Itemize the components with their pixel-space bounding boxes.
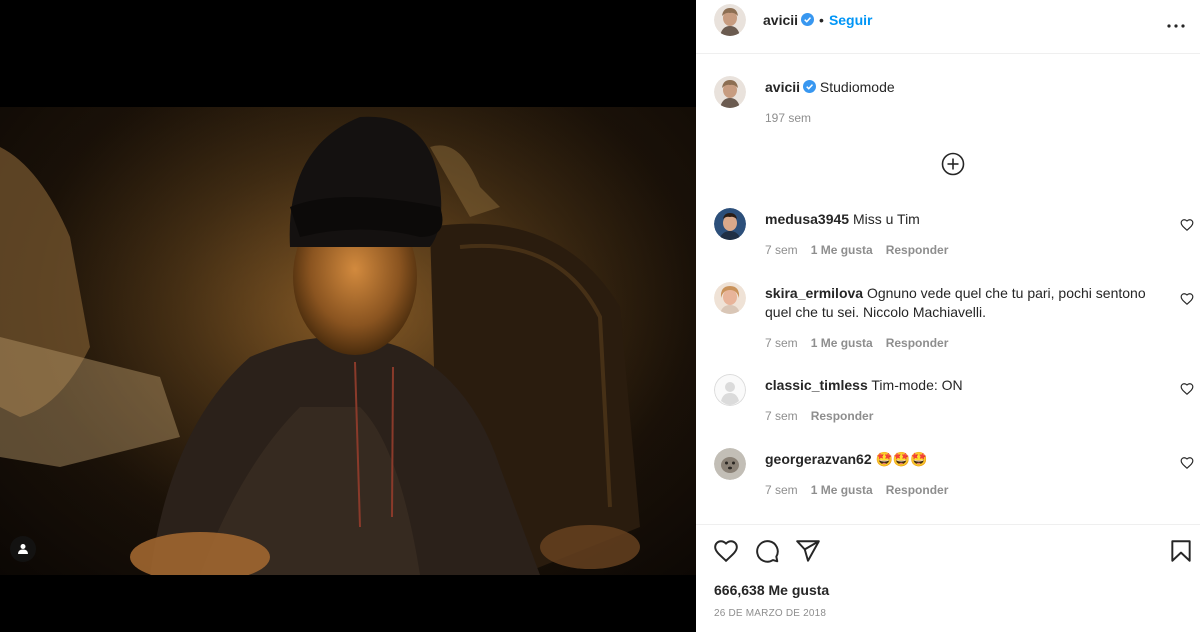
comment-body: skira_ermilova Ognuno vede quel che tu p… (765, 284, 1165, 322)
comment-time[interactable]: 7 sem (765, 483, 798, 497)
caption-text: Studiomode (819, 79, 895, 95)
load-more-comments-icon (941, 152, 965, 176)
comment-meta: 7 sem 1 Me gusta Responder (765, 336, 961, 350)
post-date[interactable]: 26 DE MARZO DE 2018 (714, 608, 826, 619)
comment-avatar[interactable] (714, 282, 746, 314)
comment-username[interactable]: skira_ermilova (765, 285, 863, 301)
comment-time[interactable]: 7 sem (765, 409, 798, 423)
comment-avatar[interactable] (714, 208, 746, 240)
separator-dot: • (819, 12, 824, 28)
comment-time[interactable]: 7 sem (765, 336, 798, 350)
post-header: avicii • Seguir (696, 0, 1200, 54)
post-photo[interactable] (0, 107, 696, 575)
like-heart-icon[interactable] (713, 538, 739, 564)
user-tag-button[interactable] (10, 536, 36, 562)
reply-button[interactable]: Responder (886, 243, 949, 257)
author-username[interactable]: avicii (763, 12, 798, 28)
reply-button[interactable]: Responder (811, 409, 874, 423)
comments-section: avicii Studiomode 197 sem medusa3945 Mis… (696, 55, 1200, 525)
heart-icon[interactable] (1180, 382, 1194, 396)
caption-time[interactable]: 197 sem (765, 111, 811, 125)
comment-username[interactable]: georgerazvan62 (765, 451, 872, 467)
comment-meta: 7 sem 1 Me gusta Responder (765, 243, 961, 257)
comment-body: georgerazvan62 🤩🤩🤩 (765, 450, 1165, 470)
user-tag-icon (18, 544, 28, 554)
post-photo-illustration (0, 107, 696, 575)
caption-username[interactable]: avicii (765, 79, 800, 95)
comment-body: medusa3945 Miss u Tim (765, 210, 1165, 229)
caption-avatar[interactable] (714, 76, 746, 108)
reply-button[interactable]: Responder (886, 483, 949, 497)
comment-icon[interactable] (754, 538, 780, 564)
comment-avatar[interactable] (714, 448, 746, 480)
load-more-comments-button[interactable] (941, 152, 965, 176)
share-icon[interactable] (795, 538, 821, 564)
comment-likes[interactable]: 1 Me gusta (811, 243, 873, 257)
heart-icon[interactable] (1180, 292, 1194, 306)
more-options-button[interactable] (1164, 14, 1188, 38)
caption-body: avicii Studiomode (765, 78, 1165, 97)
reply-button[interactable]: Responder (886, 336, 949, 350)
bookmark-icon[interactable] (1168, 538, 1194, 564)
post-side-panel: avicii • Seguir avicii Studiomode 197 sem (696, 0, 1200, 632)
action-bar (696, 538, 1200, 566)
comment-text: 🤩🤩🤩 (875, 452, 928, 468)
comment-username[interactable]: classic_timless (765, 377, 868, 393)
media-pane (0, 0, 696, 632)
comment-avatar[interactable] (714, 374, 746, 406)
comment-meta: 7 sem 1 Me gusta Responder (765, 483, 961, 497)
comment-likes[interactable]: 1 Me gusta (811, 336, 873, 350)
verified-badge-icon (801, 13, 815, 26)
comment-username[interactable]: medusa3945 (765, 211, 849, 227)
author-avatar[interactable] (714, 4, 746, 36)
more-options-icon (1167, 24, 1185, 28)
comment-likes[interactable]: 1 Me gusta (811, 483, 873, 497)
comment-meta: 7 sem Responder (765, 409, 886, 423)
comment-time[interactable]: 7 sem (765, 243, 798, 257)
heart-icon[interactable] (1180, 218, 1194, 232)
likes-count[interactable]: 666,638 Me gusta (714, 582, 829, 598)
comment-body: classic_timless Tim-mode: ON (765, 376, 1165, 395)
caption-meta: 197 sem (765, 111, 824, 125)
verified-badge-icon (803, 80, 817, 93)
comment-text: Miss u Tim (852, 211, 920, 227)
follow-button[interactable]: Seguir (829, 12, 873, 28)
comment-text: Tim-mode: ON (871, 377, 963, 393)
heart-icon[interactable] (1180, 456, 1194, 470)
